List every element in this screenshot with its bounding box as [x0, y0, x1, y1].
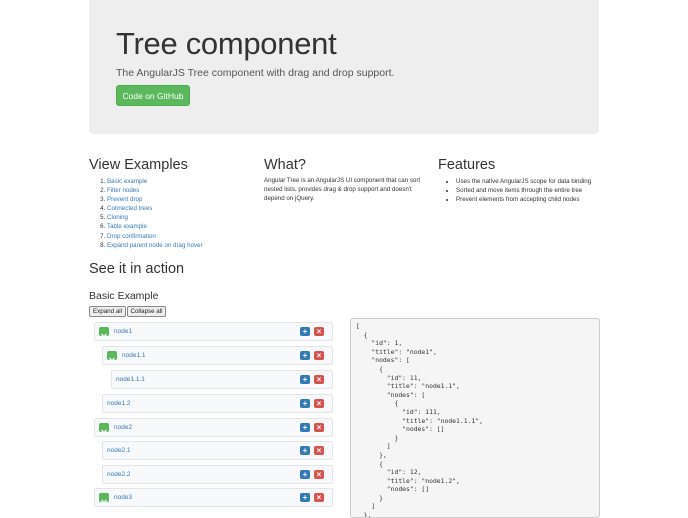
- tree-node-title: node1.1: [122, 352, 146, 359]
- tree-node[interactable]: node1.1 + ×: [102, 346, 333, 365]
- add-node-icon[interactable]: +: [300, 399, 310, 408]
- example-link-basic[interactable]: Basic example: [107, 178, 147, 185]
- features-list: Uses the native AngularJS scope for data…: [456, 177, 591, 204]
- remove-node-icon[interactable]: ×: [314, 470, 324, 479]
- example-link-prevent-drop[interactable]: Prevent drop: [107, 196, 142, 203]
- list-item: Table example: [107, 222, 203, 231]
- tree-node[interactable]: node2.1 + ×: [102, 441, 333, 460]
- tree-node-title: node1.1.1: [116, 376, 145, 383]
- tree-node[interactable]: node1.1.1 + ×: [111, 370, 333, 389]
- what-text: Angular Tree is an AngularJS UI componen…: [264, 177, 421, 202]
- list-item: Expand parent node on drag hover: [107, 241, 203, 250]
- tree-node[interactable]: node1 + ×: [94, 322, 333, 341]
- list-item: Uses the native AngularJS scope for data…: [456, 177, 591, 186]
- add-node-icon[interactable]: +: [300, 423, 310, 432]
- examples-list: Basic example Filter nodes Prevent drop …: [107, 177, 203, 250]
- add-node-icon[interactable]: +: [300, 470, 310, 479]
- github-button[interactable]: Code on GitHub: [116, 85, 190, 106]
- collapse-toggle-icon[interactable]: [99, 423, 109, 435]
- see-it-in-action-heading: See it in action: [89, 261, 185, 277]
- list-item: Prevent elements from accepting child no…: [456, 195, 591, 204]
- list-item: Drop confirmation: [107, 232, 203, 241]
- expand-all-button[interactable]: Expand all: [89, 306, 126, 317]
- tree-node[interactable]: node1.2 + ×: [102, 394, 333, 413]
- example-link-drop-confirmation[interactable]: Drop confirmation: [107, 233, 156, 240]
- page-lead: The AngularJS Tree component with drag a…: [116, 67, 395, 79]
- list-item: Prevent drop: [107, 195, 203, 204]
- json-output: [ { "id": 1, "title": "node1", "nodes": …: [350, 318, 600, 518]
- add-node-icon[interactable]: +: [300, 446, 310, 455]
- list-item: Connected trees: [107, 204, 203, 213]
- remove-node-icon[interactable]: ×: [314, 493, 324, 502]
- tree-node[interactable]: node2 + ×: [94, 418, 333, 437]
- example-link-filter[interactable]: Filter nodes: [107, 187, 139, 194]
- add-node-icon[interactable]: +: [300, 351, 310, 360]
- features-heading: Features: [438, 157, 496, 173]
- json-text: [ { "id": 1, "title": "node1", "nodes": …: [356, 322, 483, 518]
- remove-node-icon[interactable]: ×: [314, 399, 324, 408]
- add-node-icon[interactable]: +: [300, 327, 310, 336]
- list-item: Filter nodes: [107, 186, 203, 195]
- list-item: Basic example: [107, 177, 203, 186]
- remove-node-icon[interactable]: ×: [314, 327, 324, 336]
- remove-node-icon[interactable]: ×: [314, 423, 324, 432]
- example-link-table[interactable]: Table example: [107, 223, 147, 230]
- remove-node-icon[interactable]: ×: [314, 446, 324, 455]
- basic-example-heading: Basic Example: [89, 290, 159, 302]
- tree-node-title: node3: [114, 494, 133, 501]
- what-heading: What?: [264, 157, 306, 173]
- collapse-toggle-icon[interactable]: [107, 351, 117, 363]
- example-link-expand-parent[interactable]: Expand parent node on drag hover: [107, 242, 203, 249]
- example-link-cloning[interactable]: Cloning: [107, 214, 128, 221]
- jumbotron: Tree component The AngularJS Tree compon…: [89, 0, 599, 134]
- add-node-icon[interactable]: +: [300, 493, 310, 502]
- collapse-toggle-icon[interactable]: [99, 327, 109, 339]
- view-examples-heading: View Examples: [89, 157, 188, 173]
- add-node-icon[interactable]: +: [300, 375, 310, 384]
- tree-node-title: node2: [114, 424, 133, 431]
- collapse-all-button[interactable]: Collapse all: [127, 306, 166, 317]
- collapse-toggle-icon[interactable]: [99, 493, 109, 505]
- remove-node-icon[interactable]: ×: [314, 375, 324, 384]
- tree-node-title: node1: [114, 328, 133, 335]
- remove-node-icon[interactable]: ×: [314, 351, 324, 360]
- tree-node-title: node2.2: [107, 471, 131, 478]
- list-item: Sorted and move items through the entire…: [456, 186, 591, 195]
- tree-node[interactable]: node2.2 + ×: [102, 465, 333, 484]
- tree-node-title: node2.1: [107, 447, 131, 454]
- page-title: Tree component: [116, 26, 337, 61]
- tree-node[interactable]: node3 + ×: [94, 488, 333, 507]
- list-item: Cloning: [107, 213, 203, 222]
- tree-node-title: node1.2: [107, 400, 131, 407]
- example-link-connected[interactable]: Connected trees: [107, 205, 152, 212]
